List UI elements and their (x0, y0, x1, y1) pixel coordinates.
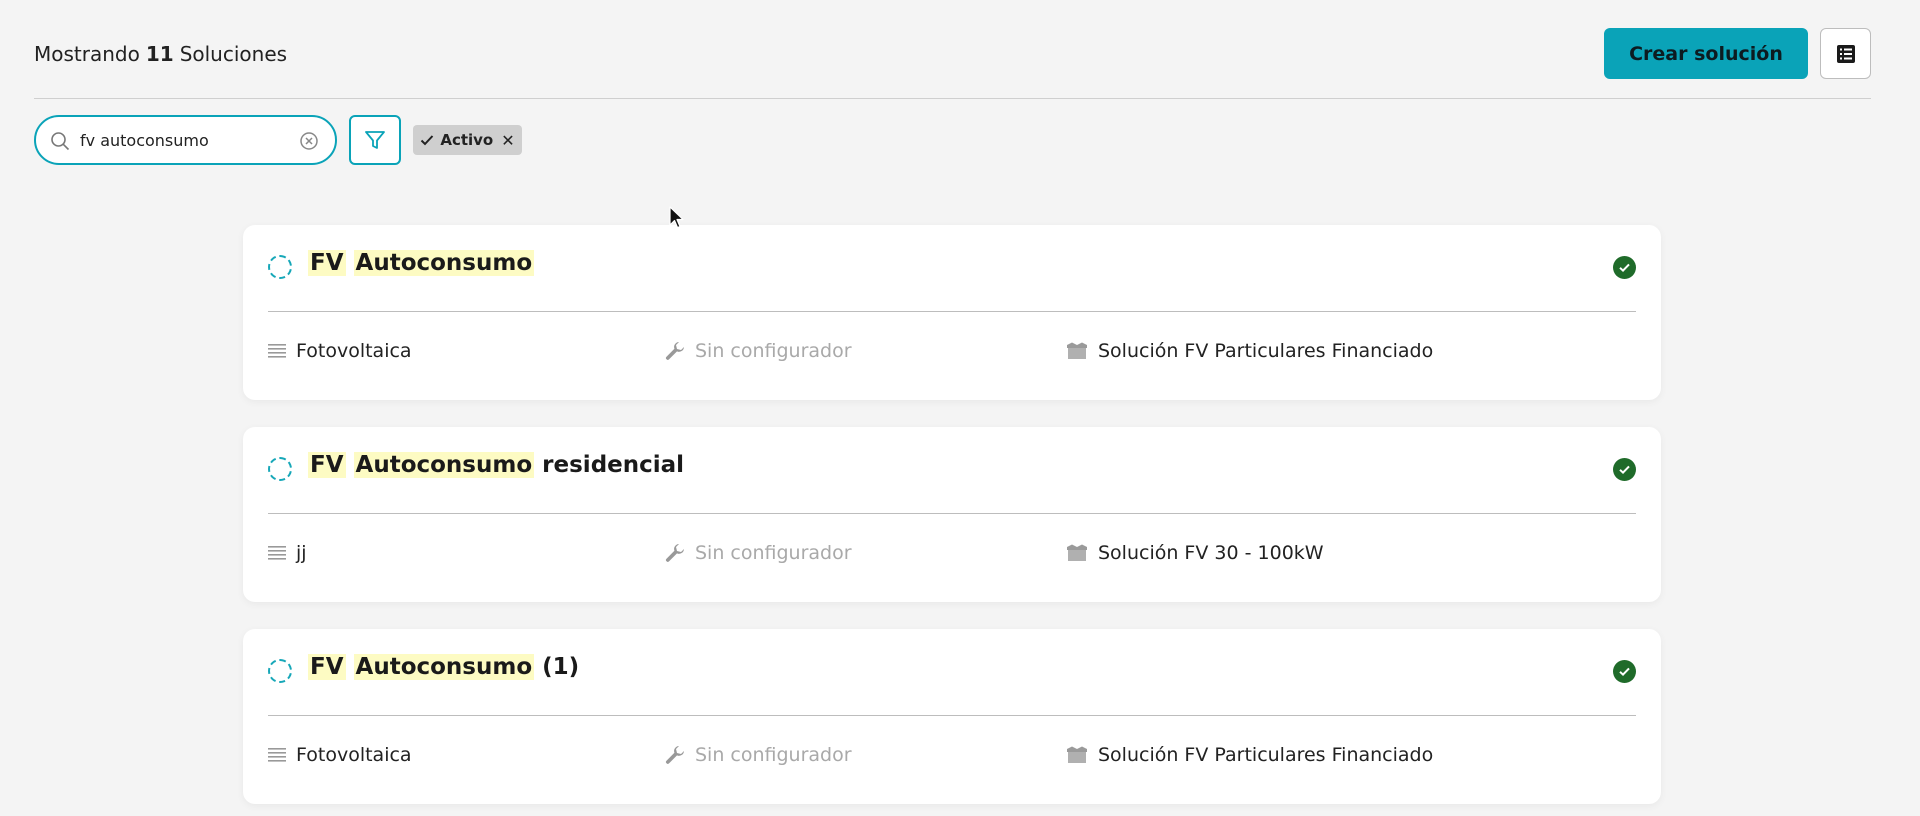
title-highlight: FV (308, 250, 346, 276)
category-label: Fotovoltaica (296, 340, 412, 362)
card-solution: Solución FV Particulares Financiado (1066, 340, 1433, 362)
list-view-icon (1836, 44, 1855, 63)
card-category: jj (268, 542, 307, 564)
search-input[interactable] (80, 127, 280, 153)
card-title[interactable]: FV Autoconsumo (308, 250, 535, 276)
page-header: Mostrando 11 Soluciones Crear solución (34, 0, 1871, 99)
remove-filter-icon[interactable]: ✕ (501, 131, 514, 150)
loading-spinner-icon (268, 457, 292, 481)
count-value: 11 (145, 42, 174, 66)
card-title-row: FV Autoconsumo residencial (268, 427, 1636, 514)
search-icon (51, 132, 70, 151)
solution-label: Solución FV Particulares Financiado (1098, 340, 1434, 362)
configurator-label: Sin configurador (695, 340, 852, 362)
solution-card[interactable]: FV Autoconsumo residencial jj Sin config… (243, 427, 1661, 602)
solution-card[interactable]: FV Autoconsumo (1) Fotovoltaica Sin conf… (243, 629, 1661, 804)
check-circle-icon (1613, 256, 1636, 279)
card-title[interactable]: FV Autoconsumo (1) (308, 654, 579, 680)
wrench-icon (665, 746, 684, 764)
configurator-label: Sin configurador (695, 744, 852, 766)
title-highlight: Autoconsumo (353, 654, 535, 680)
loading-spinner-icon (268, 255, 292, 279)
title-rest: residencial (542, 452, 685, 478)
chip-label: Activo (440, 131, 494, 149)
solution-label: Solución FV 30 - 100kW (1098, 542, 1324, 564)
card-configurator: Sin configurador (665, 744, 852, 766)
solutions-list: FV Autoconsumo Fotovoltaica Sin configur… (243, 225, 1661, 816)
check-icon (421, 135, 434, 146)
box-icon (1067, 544, 1087, 561)
list-view-button[interactable] (1820, 28, 1871, 79)
check-circle-icon (1613, 458, 1636, 481)
card-solution: Solución FV 30 - 100kW (1066, 542, 1324, 564)
wrench-icon (665, 342, 684, 360)
category-label: Fotovoltaica (296, 744, 412, 766)
title-highlight: Autoconsumo (353, 452, 535, 478)
count-prefix: Mostrando (34, 42, 140, 66)
filter-button[interactable] (349, 115, 401, 165)
wrench-icon (665, 544, 684, 562)
card-configurator: Sin configurador (665, 340, 852, 362)
card-solution: Solución FV Particulares Financiado (1066, 744, 1433, 766)
lines-icon (268, 748, 286, 762)
solution-card[interactable]: FV Autoconsumo Fotovoltaica Sin configur… (243, 225, 1661, 400)
category-label: jj (296, 542, 307, 564)
card-title-row: FV Autoconsumo (268, 225, 1636, 312)
funnel-icon (365, 131, 385, 149)
box-icon (1067, 342, 1087, 359)
loading-spinner-icon (268, 659, 292, 683)
card-configurator: Sin configurador (665, 542, 852, 564)
results-count: Mostrando 11 Soluciones (34, 42, 287, 66)
lines-icon (268, 546, 286, 560)
check-circle-icon (1613, 660, 1636, 683)
solution-label: Solución FV Particulares Financiado (1098, 744, 1434, 766)
search-box[interactable] (34, 115, 337, 165)
count-suffix: Soluciones (179, 42, 288, 66)
card-title-row: FV Autoconsumo (1) (268, 629, 1636, 716)
mouse-cursor-icon (669, 206, 684, 229)
card-title[interactable]: FV Autoconsumo residencial (308, 452, 684, 478)
active-filter-chip[interactable]: Activo ✕ (413, 125, 522, 155)
card-category: Fotovoltaica (268, 744, 412, 766)
title-rest: (1) (542, 654, 580, 680)
title-highlight: FV (308, 654, 346, 680)
clear-circle-icon[interactable] (299, 131, 319, 151)
card-category: Fotovoltaica (268, 340, 412, 362)
title-highlight: FV (308, 452, 346, 478)
configurator-label: Sin configurador (695, 542, 852, 564)
title-highlight: Autoconsumo (353, 250, 535, 276)
lines-icon (268, 344, 286, 358)
create-solution-button[interactable]: Crear solución (1604, 28, 1808, 79)
box-icon (1067, 746, 1087, 763)
